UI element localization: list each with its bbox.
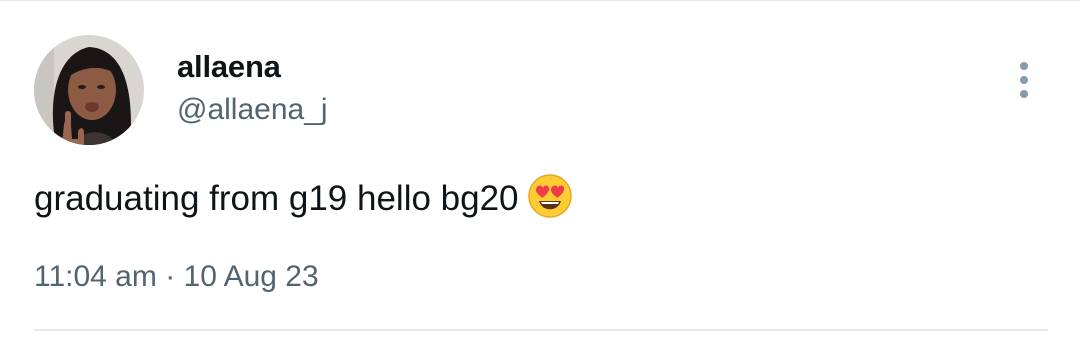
vertical-ellipsis-icon (1020, 62, 1028, 98)
top-divider (0, 0, 1080, 1)
bottom-divider (34, 329, 1048, 331)
tweet-date: 10 Aug 23 (183, 260, 319, 293)
avatar-photo (34, 35, 144, 145)
author-display-name[interactable]: allaena (177, 49, 281, 85)
tweet-text-content: graduating from g19 hello bg20 (34, 179, 519, 218)
more-options-button[interactable] (1006, 58, 1042, 102)
heart-eyes-emoji-icon (527, 174, 572, 218)
timestamp-separator: · (165, 260, 176, 293)
tweet-text: graduating from g19 hello bg20 (34, 173, 573, 221)
user-avatar[interactable] (34, 35, 144, 145)
tweet-timestamp[interactable]: 11:04 am · 10 Aug 23 (34, 258, 319, 296)
author-handle[interactable]: @allaena_j (177, 92, 328, 128)
tweet-time: 11:04 am (34, 260, 157, 293)
